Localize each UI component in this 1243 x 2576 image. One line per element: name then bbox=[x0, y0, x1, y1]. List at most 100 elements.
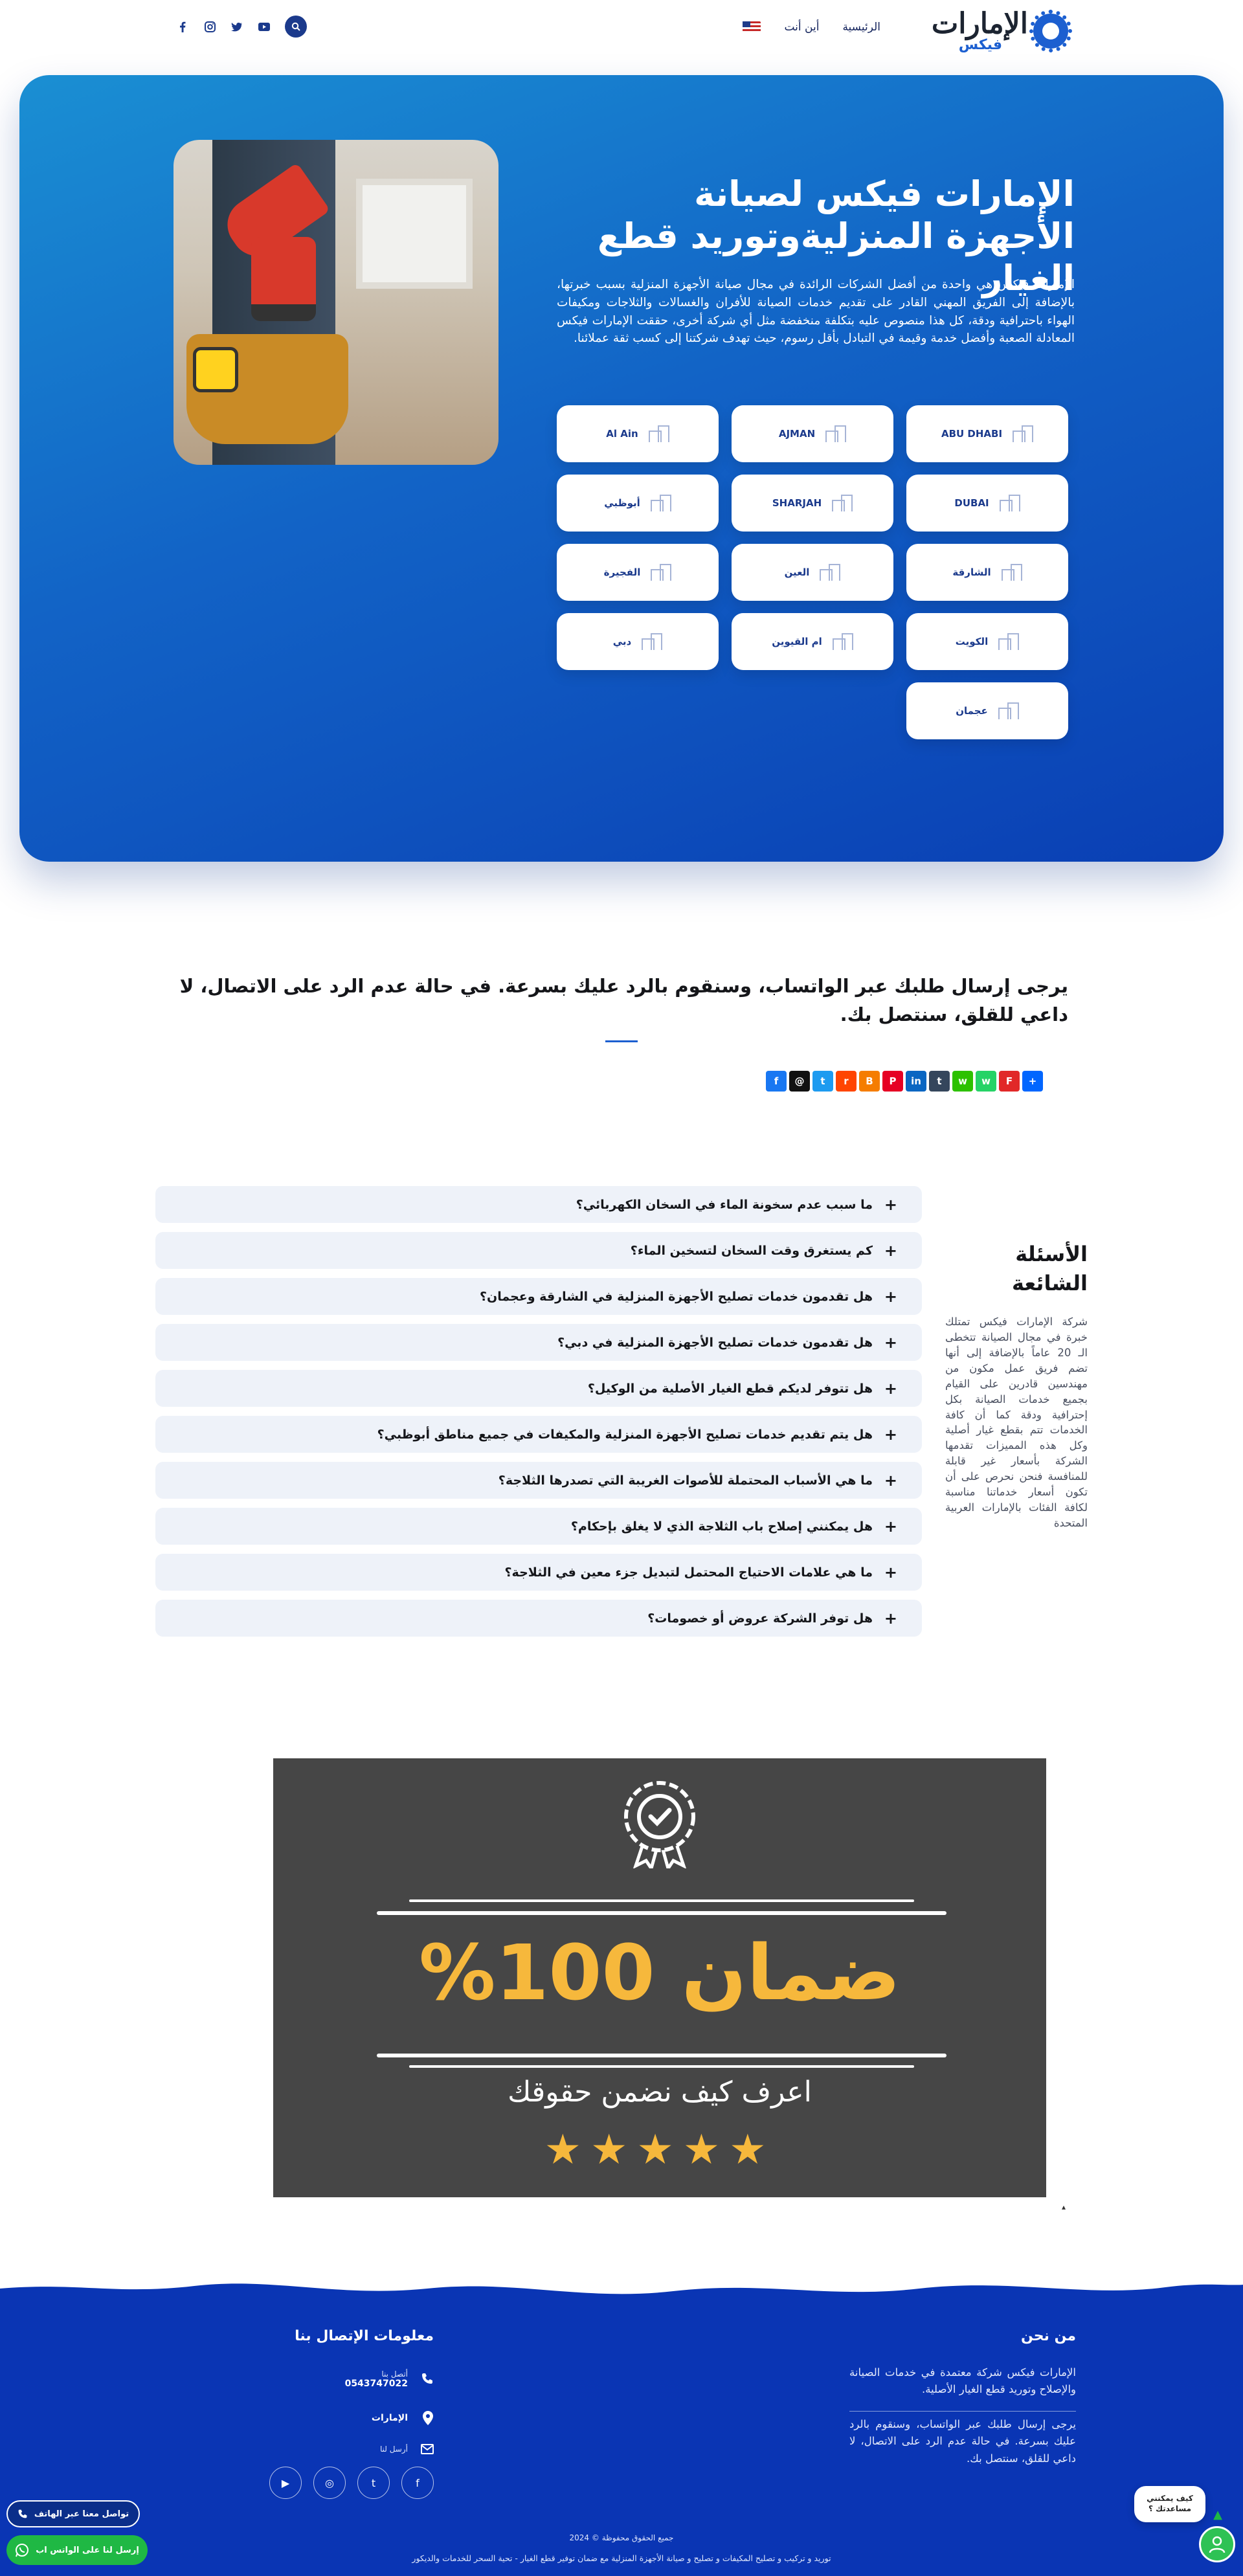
faq-item[interactable]: + هل تقدمون خدمات تصليح الأجهزة المنزلية … bbox=[155, 1324, 922, 1361]
language-flag-icon[interactable] bbox=[743, 21, 761, 33]
contact-location: الإمارات bbox=[372, 2411, 434, 2425]
threads-icon[interactable]: @ bbox=[789, 1071, 810, 1092]
buildings-icon bbox=[831, 495, 853, 511]
city-button-sharjah[interactable]: SHARJAH bbox=[732, 475, 893, 532]
flipboard-icon[interactable]: F bbox=[999, 1071, 1020, 1092]
buildings-icon bbox=[1000, 564, 1022, 581]
faq-title: الأسئلة الشائعة bbox=[1011, 1242, 1088, 1295]
copyright: جميع الحقوق محفوظة © 2024 bbox=[569, 2533, 674, 2542]
city-label: دبي bbox=[612, 636, 632, 647]
youtube-icon[interactable] bbox=[258, 20, 271, 33]
support-avatar-icon[interactable] bbox=[1199, 2526, 1235, 2562]
twitter-icon[interactable]: t bbox=[812, 1071, 833, 1092]
faq-about-text: شركة الإمارات فيكس تمتلك خبرة في مجال ال… bbox=[945, 1316, 1088, 1529]
faq-item[interactable]: + ما هي علامات الاحتياج المحتمل لتبديل جز… bbox=[155, 1554, 922, 1591]
faq-item[interactable]: + هل يمكنني إصلاح باب الثلاجة الذي لا يغل… bbox=[155, 1508, 922, 1545]
city-button-abudhabi-ar[interactable]: أبوظبي bbox=[557, 475, 719, 532]
instagram-icon[interactable]: ◎ bbox=[313, 2467, 346, 2499]
plus-icon: + bbox=[884, 1241, 897, 1260]
location-text: الإمارات bbox=[371, 2413, 408, 2423]
plus-icon: + bbox=[884, 1609, 897, 1628]
faq-item[interactable]: + ما سبب عدم سخونة الماء في السخان الكهرب… bbox=[155, 1186, 922, 1223]
buildings-icon bbox=[649, 564, 672, 581]
footer-seo-text: توريد و تركيب و تصليح المكيفات و تصليح و… bbox=[412, 2553, 831, 2563]
whatsapp-notice: يرجى إرسال طلبك عبر الواتساب، وسنقوم بال… bbox=[179, 975, 1068, 1025]
logo-subtext: فيكس bbox=[958, 37, 1002, 53]
plus-icon: + bbox=[884, 1287, 897, 1306]
whatsapp-icon[interactable]: w bbox=[976, 1071, 996, 1092]
faq-list: + ما سبب عدم سخونة الماء في السخان الكهرب… bbox=[155, 1186, 922, 1637]
wechat-icon[interactable]: w bbox=[952, 1071, 973, 1092]
scroll-top-icon[interactable]: ▲ bbox=[1209, 2509, 1222, 2521]
contact-email[interactable]: أرسل لنا bbox=[380, 2442, 434, 2456]
help-text: كيف يمكنني مساعدتك ؟ bbox=[1147, 2494, 1193, 2513]
faq-item[interactable]: + كم يستغرق وقت السخان لتسخين الماء؟ bbox=[155, 1232, 922, 1269]
linkedin-icon[interactable]: in bbox=[906, 1071, 926, 1092]
tumblr-icon[interactable]: t bbox=[929, 1071, 950, 1092]
facebook-icon[interactable]: f bbox=[401, 2467, 434, 2499]
buildings-icon bbox=[998, 495, 1020, 511]
pinterest-icon[interactable]: P bbox=[882, 1071, 903, 1092]
share-plus-icon[interactable]: + bbox=[1022, 1071, 1043, 1092]
buildings-icon bbox=[647, 425, 669, 442]
city-button-kuwait[interactable]: الكويت bbox=[906, 613, 1068, 670]
city-label: ABU DHABI bbox=[941, 428, 1003, 440]
city-button-dubai-ar[interactable]: دبي bbox=[557, 613, 719, 670]
search-icon bbox=[291, 22, 300, 31]
faq-question: هل تقدمون خدمات تصليح الأجهزة المنزلية ف… bbox=[557, 1335, 873, 1350]
call-label: تواصل معنا عبر الهاتف bbox=[34, 2509, 129, 2519]
buildings-icon bbox=[640, 633, 663, 650]
plus-icon: + bbox=[884, 1563, 897, 1582]
city-button-ajman-ar[interactable]: عجمان bbox=[906, 682, 1068, 739]
buildings-icon bbox=[997, 633, 1020, 650]
city-button-fujairah[interactable]: الفجيرة bbox=[557, 544, 719, 601]
city-label: أبوظبي bbox=[604, 497, 640, 509]
city-button-alain-ar[interactable]: العين bbox=[732, 544, 893, 601]
faq-item[interactable]: + هل تتوفر لديكم قطع الغيار الأصلية من ال… bbox=[155, 1370, 922, 1407]
faq-item[interactable]: + هل تقدمون خدمات تصليح الأجهزة المنزلية … bbox=[155, 1278, 922, 1315]
guarantee-banner[interactable]: ضمان 100% اعرف كيف نضمن حقوقك ★★★★★ bbox=[273, 1758, 1046, 2197]
city-button-ajman[interactable]: AJMAN bbox=[732, 405, 893, 462]
gear-icon bbox=[1029, 10, 1072, 52]
about-text-whatsapp: يرجى إرسال طلبك عبر الواتساب، وسنقوم بال… bbox=[849, 2418, 1076, 2465]
caption-mark: ▴ bbox=[1062, 2202, 1066, 2212]
facebook-icon[interactable]: f bbox=[766, 1071, 787, 1092]
city-button-sharjah-ar[interactable]: الشارقة bbox=[906, 544, 1068, 601]
city-grid: ABU DHABI AJMAN Al Ain DUBAI SHARJAH أبو… bbox=[544, 405, 1068, 739]
faq-item[interactable]: + ما هي الأسباب المحتملة للأصوات الغريبة … bbox=[155, 1462, 922, 1499]
twitter-icon[interactable]: t bbox=[357, 2467, 390, 2499]
plus-icon: + bbox=[884, 1379, 897, 1398]
faq-item[interactable]: + هل توفر الشركة عروض أو خصومات؟ bbox=[155, 1600, 922, 1637]
facebook-icon[interactable] bbox=[176, 20, 189, 33]
guarantee-subtitle: اعرف كيف نضمن حقوقك bbox=[508, 2076, 812, 2109]
twitter-icon[interactable] bbox=[230, 20, 243, 33]
whatsapp-icon bbox=[16, 2544, 29, 2557]
site-logo[interactable]: الإمارات فيكس bbox=[919, 7, 1072, 53]
city-button-al-ain[interactable]: Al Ain bbox=[557, 405, 719, 462]
city-button-dubai[interactable]: DUBAI bbox=[906, 475, 1068, 532]
whatsapp-button[interactable]: إرسل لنا على الواتس اب bbox=[6, 2535, 148, 2565]
city-button-abu-dhabi[interactable]: ABU DHABI bbox=[906, 405, 1068, 462]
city-button-umm-al-quwain[interactable]: ام القيوين bbox=[732, 613, 893, 670]
instagram-icon[interactable] bbox=[203, 20, 216, 33]
call-us-button[interactable]: تواصل معنا عبر الهاتف bbox=[6, 2500, 140, 2527]
help-bubble[interactable]: كيف يمكنني مساعدتك ؟ bbox=[1134, 2486, 1205, 2522]
city-label: الكويت bbox=[955, 636, 989, 647]
about-text: الإمارات فيكس شركة معتمدة في خدمات الصيا… bbox=[849, 2366, 1076, 2396]
buildings-icon bbox=[649, 495, 671, 511]
nav-home-link[interactable]: الرئيسية bbox=[842, 21, 880, 34]
search-button[interactable] bbox=[285, 16, 307, 38]
phone-number[interactable]: 0543747022 bbox=[345, 2379, 408, 2389]
faq-item[interactable]: + هل يتم تقديم خدمات تصليح الأجهزة المنزل… bbox=[155, 1416, 922, 1453]
contact-phone[interactable]: أتصل بنا 0543747022 bbox=[345, 2369, 434, 2389]
buildings-icon bbox=[831, 633, 853, 650]
logo-text: الإمارات bbox=[931, 7, 1028, 40]
footer-socials: ▶ ◎ t f bbox=[269, 2467, 434, 2499]
nav-where-link[interactable]: أين أنت bbox=[784, 21, 819, 34]
blogger-icon[interactable]: B bbox=[859, 1071, 880, 1092]
about-title: من نحن bbox=[1021, 2328, 1076, 2344]
reddit-icon[interactable]: r bbox=[836, 1071, 857, 1092]
site-header: الإمارات فيكس الرئيسية أين أنت bbox=[0, 0, 1243, 62]
envelope-icon bbox=[420, 2442, 434, 2456]
youtube-icon[interactable]: ▶ bbox=[269, 2467, 302, 2499]
